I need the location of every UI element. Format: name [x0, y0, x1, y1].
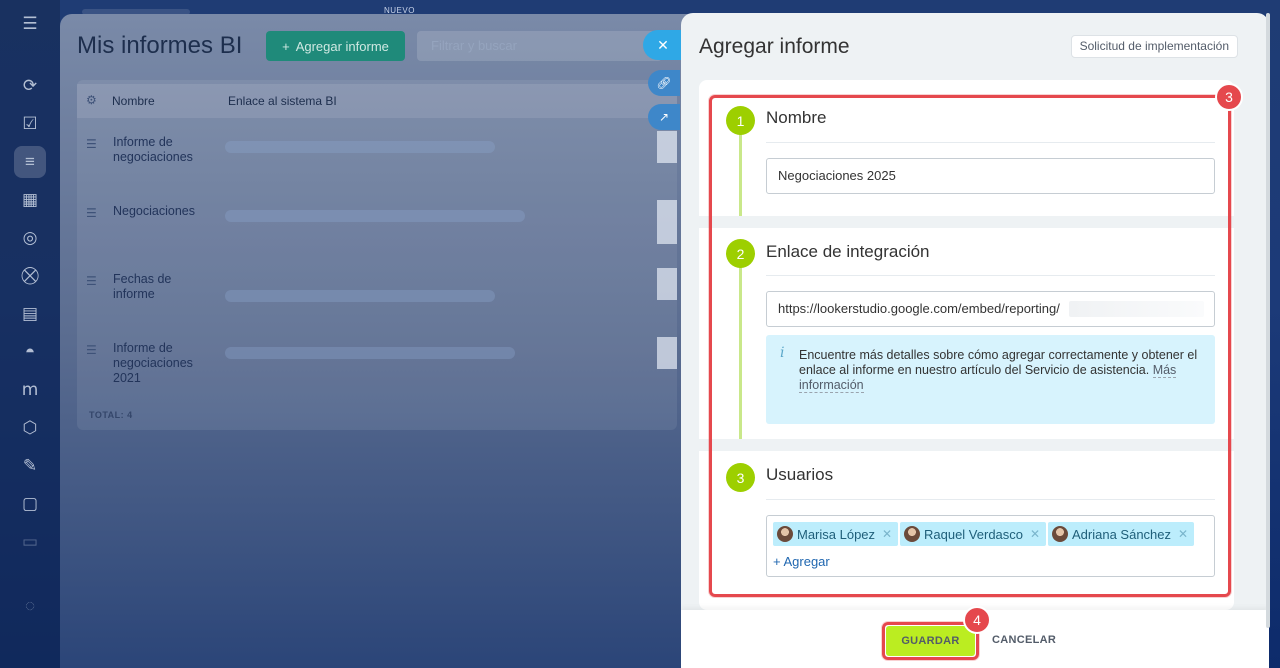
close-slider-button[interactable]: ✕: [643, 30, 683, 60]
drag-handle-icon[interactable]: ☰: [86, 137, 97, 151]
menu-icon[interactable]: ☰: [18, 12, 42, 36]
slider-scrollbar[interactable]: [1266, 13, 1270, 628]
add-report-label: Agregar informe: [295, 38, 389, 54]
add-report-button[interactable]: + Agregar informe: [266, 31, 405, 61]
drag-handle-icon[interactable]: ☰: [86, 206, 97, 220]
slider-title: Agregar informe: [699, 35, 850, 58]
open-new-window-button[interactable]: ↗: [648, 104, 680, 130]
marketing-icon[interactable]: ⅿ: [18, 378, 42, 402]
target-icon[interactable]: ◎: [18, 226, 42, 250]
row-edge: [657, 131, 677, 163]
save-button[interactable]: GUARDAR: [886, 626, 975, 656]
flow-icon[interactable]: ⟳: [18, 74, 42, 98]
report-name: Informe de negociaciones 2021: [113, 341, 193, 385]
callout-badge-save: 4: [963, 606, 991, 634]
blurred-link: [225, 210, 525, 222]
robot-icon[interactable]: ◓: [18, 340, 42, 364]
drag-handle-icon[interactable]: ☰: [86, 343, 97, 357]
drag-handle-icon[interactable]: ☰: [86, 274, 97, 288]
close-icon: ✕: [657, 36, 669, 53]
add-report-slider: Agregar informe Solicitud de implementac…: [681, 13, 1269, 668]
form-highlight: [709, 95, 1231, 597]
terminal-icon[interactable]: ▭: [18, 530, 42, 554]
document-icon[interactable]: ▢: [18, 492, 42, 516]
report-name: Informe de negociaciones: [113, 135, 193, 164]
table-total: TOTAL: 4: [89, 410, 133, 420]
settings-icon[interactable]: ◌: [18, 594, 42, 618]
calendar-icon[interactable]: ▦: [18, 188, 42, 212]
callout-badge-form: 3: [1215, 83, 1243, 111]
slider-footer: GUARDAR CANCELAR 4: [681, 606, 1269, 668]
tasks-icon[interactable]: ☑: [18, 112, 42, 136]
row-edge: [657, 337, 677, 369]
link-icon: 🔗︎: [656, 76, 672, 90]
hexagon-icon[interactable]: ⬡: [18, 416, 42, 440]
bi-analytics-icon[interactable]: ≡: [14, 146, 46, 178]
filter-search-input[interactable]: Filtrar y buscar: [417, 31, 662, 61]
page-title: Mis informes BI: [77, 32, 243, 59]
implementation-request-button[interactable]: Solicitud de implementación: [1070, 35, 1238, 58]
gear-icon[interactable]: ⚙: [86, 93, 97, 107]
left-nav-rail: ☰ ⟳ ☑ ≡ ▦ ◎ ⛒ ▤ ◓ ⅿ ⬡ ✎ ▢ ▭ ◌: [0, 0, 60, 668]
blurred-link: [225, 141, 495, 153]
external-link-icon: ↗: [658, 110, 670, 124]
copy-link-button[interactable]: 🔗︎: [648, 70, 680, 96]
contact-card-icon[interactable]: ▤: [18, 302, 42, 326]
report-name: Negociaciones: [113, 204, 195, 218]
table-header: ⚙ Nombre Enlace al sistema BI: [77, 84, 677, 118]
column-header-name: Nombre: [112, 94, 155, 108]
cart-icon[interactable]: ⛒: [18, 264, 42, 288]
plus-icon: +: [282, 38, 290, 54]
blurred-link: [225, 347, 515, 359]
row-edge: [657, 200, 677, 244]
column-header-bi-link: Enlace al sistema BI: [228, 94, 337, 108]
cancel-button[interactable]: CANCELAR: [992, 634, 1056, 646]
blurred-link: [225, 290, 495, 302]
report-name: Fechas de informe: [113, 272, 172, 301]
row-edge: [657, 268, 677, 300]
sign-icon[interactable]: ✎: [18, 454, 42, 478]
